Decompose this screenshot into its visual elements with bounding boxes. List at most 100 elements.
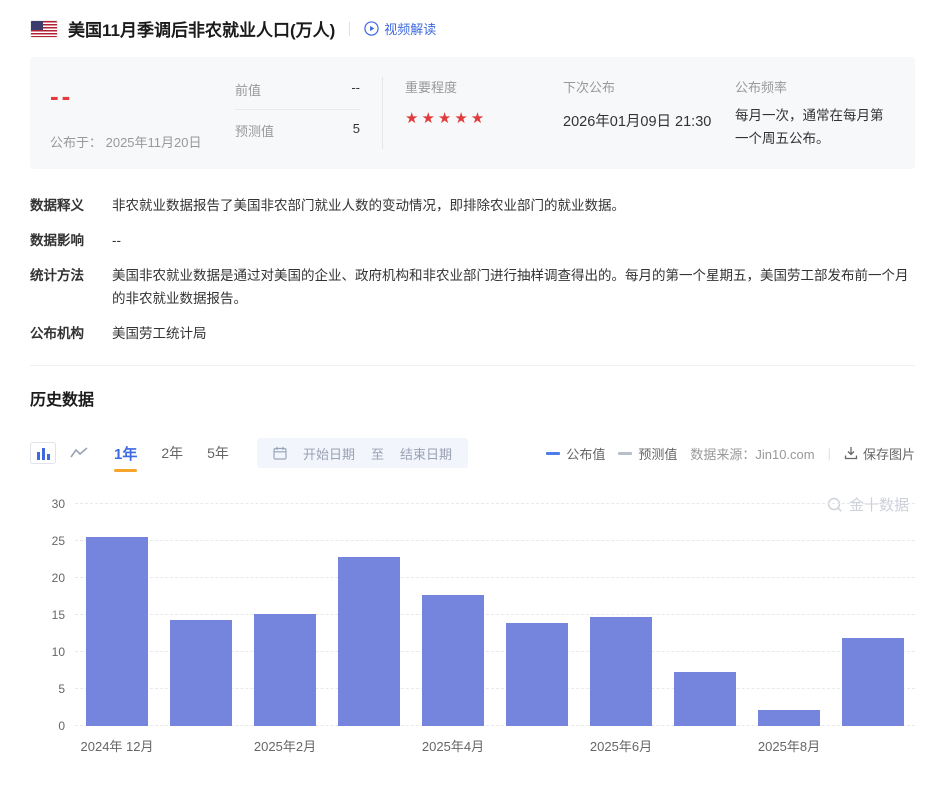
title-row: 美国11月季调后非农就业人口(万人) 视频解读: [30, 16, 915, 41]
chart-bar[interactable]: [338, 557, 400, 726]
bar-slot: [75, 504, 159, 726]
chart-bar[interactable]: [254, 614, 316, 726]
title-divider: [349, 22, 350, 36]
detail-section: 数据释义 非农就业数据报告了美国非农部门就业人数的变动情况，即排除农业部门的就业…: [30, 195, 915, 345]
detail-content: --: [112, 230, 915, 252]
chart-bar[interactable]: [506, 623, 568, 726]
y-axis-tick: 5: [33, 683, 65, 695]
chart-bar[interactable]: [674, 672, 736, 726]
legend-published[interactable]: 公布值: [546, 444, 605, 463]
y-axis-tick: 20: [33, 572, 65, 584]
summary-card: -- 公布于： 2025年11月20日 前值 -- 预测值 5 重要程度 ★★★…: [30, 57, 915, 169]
chart-toolbar: 1年 2年 5年 开始日期 至 结束日期 公布值 预测值 数据来源：Jin10.…: [30, 438, 915, 468]
bars-container: [75, 504, 915, 726]
legend-published-label: 公布值: [566, 444, 605, 463]
next-release-column: 下次公布 2026年01月09日 21:30: [563, 75, 735, 151]
legend-forecast-dash: [618, 452, 632, 455]
date-to-label: 至: [371, 444, 384, 463]
chart-bar[interactable]: [842, 638, 904, 726]
frequency-column: 公布频率 每月一次，通常在每月第一个周五公布。: [735, 75, 895, 151]
x-axis-tick: 2025年6月: [590, 736, 652, 755]
bar-slot: [747, 504, 831, 726]
next-release-label: 下次公布: [563, 77, 735, 96]
bar-slot: [327, 504, 411, 726]
chart-bar[interactable]: [170, 620, 232, 726]
current-value-column: -- 公布于： 2025年11月20日: [50, 75, 235, 151]
x-axis-tick: 2025年8月: [758, 736, 820, 755]
importance-column: 重要程度 ★★★★★: [405, 75, 563, 151]
line-chart-icon: [70, 446, 88, 460]
history-section-title: 历史数据: [30, 386, 915, 410]
section-divider: [30, 365, 915, 366]
y-axis-tick: 25: [33, 535, 65, 547]
x-axis-tick: 2025年4月: [422, 736, 484, 755]
prev-label: 前值: [235, 80, 261, 99]
y-axis-tick: 10: [33, 646, 65, 658]
line-chart-type-button[interactable]: [66, 442, 92, 464]
us-flag-icon: [30, 20, 58, 38]
bar-chart-icon: [36, 446, 51, 460]
published-date: 公布于： 2025年11月20日: [50, 132, 235, 151]
bar-slot: [495, 504, 579, 726]
download-icon: [844, 446, 858, 460]
bar-slot: [411, 504, 495, 726]
prev-value: --: [351, 80, 360, 99]
detail-content: 美国劳工统计局: [112, 323, 915, 345]
range-tab-1y[interactable]: 1年: [114, 443, 137, 464]
detail-row-definition: 数据释义 非农就业数据报告了美国非农部门就业人数的变动情况，即排除农业部门的就业…: [30, 195, 915, 217]
bar-slot: [243, 504, 327, 726]
range-tab-5y[interactable]: 5年: [207, 443, 229, 463]
prev-forecast-column: 前值 -- 预测值 5: [235, 75, 360, 151]
start-date-placeholder[interactable]: 开始日期: [303, 444, 355, 463]
history-bar-chart[interactable]: 051015202530: [75, 504, 915, 726]
bar-slot: [663, 504, 747, 726]
bar-slot: [831, 504, 915, 726]
x-axis-tick: 2024年 12月: [81, 736, 154, 755]
detail-row-impact: 数据影响 --: [30, 230, 915, 252]
chart-bar[interactable]: [422, 595, 484, 726]
end-date-placeholder[interactable]: 结束日期: [400, 444, 452, 463]
detail-row-agency: 公布机构 美国劳工统计局: [30, 323, 915, 345]
legend-forecast[interactable]: 预测值: [618, 444, 677, 463]
bar-slot: [159, 504, 243, 726]
importance-label: 重要程度: [405, 77, 563, 96]
calendar-icon: [273, 446, 287, 460]
video-explain-label: 视频解读: [384, 19, 436, 38]
next-release-value: 2026年01月09日 21:30: [563, 110, 735, 131]
frequency-label: 公布频率: [735, 77, 895, 96]
x-axis-tick: 2025年2月: [254, 736, 316, 755]
detail-row-method: 统计方法 美国非农就业数据是通过对美国的企业、政府机构和非农业部门进行抽样调查得…: [30, 265, 915, 310]
detail-label: 数据影响: [30, 230, 112, 252]
legend-published-dash: [546, 452, 560, 455]
y-axis-tick: 30: [33, 498, 65, 510]
forecast-label: 预测值: [235, 121, 274, 140]
chart-bar[interactable]: [758, 710, 820, 726]
legend-forecast-label: 预测值: [638, 444, 677, 463]
card-divider: [382, 77, 383, 149]
chart-bar[interactable]: [590, 617, 652, 726]
bar-slot: [579, 504, 663, 726]
date-range-picker[interactable]: 开始日期 至 结束日期: [257, 438, 468, 468]
y-axis-tick: 0: [33, 720, 65, 732]
page-title: 美国11月季调后非农就业人口(万人): [68, 16, 335, 41]
detail-content: 非农就业数据报告了美国非农部门就业人数的变动情况，即排除农业部门的就业数据。: [112, 195, 915, 217]
importance-stars: ★★★★★: [405, 109, 563, 127]
detail-label: 统计方法: [30, 265, 112, 310]
bar-chart-type-button[interactable]: [30, 442, 56, 464]
range-tab-2y[interactable]: 2年: [161, 443, 183, 463]
detail-label: 数据释义: [30, 195, 112, 217]
video-explain-link[interactable]: 视频解读: [364, 19, 436, 38]
toolbar-right: 公布值 预测值 数据来源：Jin10.com | 保存图片: [546, 444, 915, 463]
data-source-text: 数据来源：Jin10.com: [690, 444, 814, 463]
detail-label: 公布机构: [30, 323, 112, 345]
chart-bar[interactable]: [86, 537, 148, 726]
y-axis-tick: 15: [33, 609, 65, 621]
toolbar-divider: |: [828, 446, 831, 461]
save-image-button[interactable]: 保存图片: [844, 444, 915, 463]
save-image-label: 保存图片: [863, 444, 915, 463]
detail-content: 美国非农就业数据是通过对美国的企业、政府机构和非农业部门进行抽样调查得出的。每月…: [112, 265, 915, 310]
frequency-value: 每月一次，通常在每月第一个周五公布。: [735, 105, 895, 151]
chart-x-axis-labels: 2024年 12月 2025年2月 2025年4月 2025年6月 2025年8月: [75, 726, 915, 756]
page: 美国11月季调后非农就业人口(万人) 视频解读 -- 公布于： 2025年11月…: [0, 0, 945, 756]
current-value: --: [50, 83, 235, 109]
